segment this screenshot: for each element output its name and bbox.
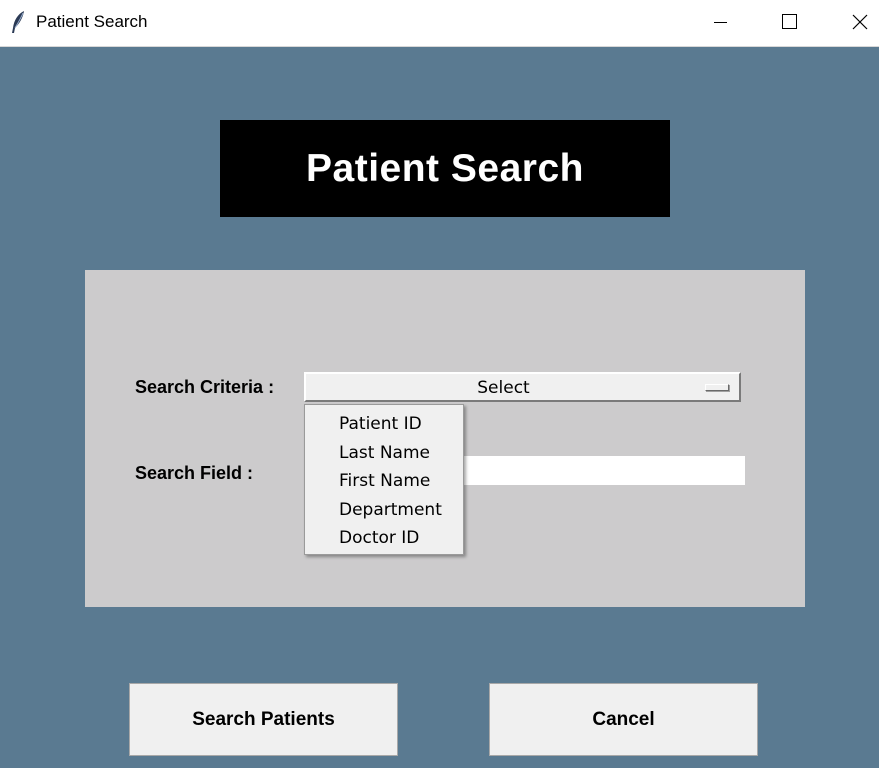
option-menu-indicator-icon [705,384,729,391]
menu-item-department[interactable]: Department [305,496,463,525]
close-icon [852,14,868,30]
maximize-icon [782,14,797,29]
search-field-label: Search Field : [135,463,254,483]
maximize-button[interactable] [754,0,824,46]
search-criteria-select[interactable]: Select [304,372,741,402]
menu-item-first-name[interactable]: First Name [305,467,463,496]
patient-search-window: Patient Search Patient Search Search Cri… [0,0,879,768]
close-button[interactable] [824,0,879,46]
feather-icon [9,9,29,35]
menu-item-patient-id[interactable]: Patient ID [305,410,463,439]
search-criteria-value: Select [477,378,530,398]
window-title: Patient Search [36,12,148,31]
minimize-button[interactable] [685,0,755,46]
minimize-icon [714,22,727,23]
title-bar: Patient Search [0,0,879,47]
search-patients-button[interactable]: Search Patients [129,683,398,756]
search-criteria-label: Search Criteria : [135,377,275,397]
menu-item-last-name[interactable]: Last Name [305,439,463,468]
page-title: Patient Search [220,120,670,217]
menu-item-doctor-id[interactable]: Doctor ID [305,524,463,553]
search-criteria-dropdown-menu: Patient ID Last Name First Name Departme… [304,404,464,555]
cancel-button[interactable]: Cancel [489,683,758,756]
